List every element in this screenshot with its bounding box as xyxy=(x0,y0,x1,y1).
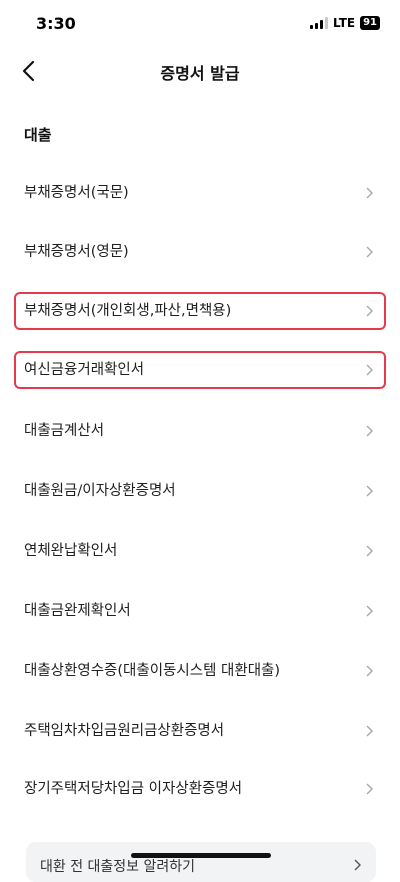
menu-item-debt-certificate-rehabilitation[interactable]: 부채증명서(개인회생,파산,면책용) xyxy=(14,292,386,330)
home-indicator xyxy=(131,853,271,858)
chevron-right-icon xyxy=(366,425,373,437)
menu-item-housing-lease-loan-repayment[interactable]: 주택임차차입금원리금상환증명서 xyxy=(14,712,386,750)
menu-item-label: 연체완납확인서 xyxy=(24,543,118,559)
menu-item-label: 대출금완제확인서 xyxy=(24,603,131,619)
menu-item-label: 부채증명서(국문) xyxy=(24,185,129,201)
refinance-info-card[interactable]: 대환 전 대출정보 알려하기 xyxy=(26,842,376,882)
chevron-right-icon xyxy=(366,783,373,795)
status-time: 3:30 xyxy=(36,14,76,33)
menu-item-arrears-paid-confirmation[interactable]: 연체완납확인서 xyxy=(14,532,386,570)
chevron-right-icon xyxy=(354,859,361,871)
menu-item-debt-certificate-english[interactable]: 부채증명서(영문) xyxy=(14,233,386,271)
menu-item-loan-payoff-confirmation[interactable]: 대출금완제확인서 xyxy=(14,592,386,630)
status-indicators: LTE 91 xyxy=(310,16,380,30)
menu-item-label: 대출상환영수증(대출이동시스템 대환대출) xyxy=(24,663,281,679)
section-title: 대출 xyxy=(24,126,52,144)
menu-item-label: 장기주택저당차입금 이자상환증명서 xyxy=(24,781,243,797)
chevron-right-icon xyxy=(366,545,373,557)
chevron-right-icon xyxy=(366,364,373,376)
page-title: 증명서 발급 xyxy=(160,64,240,83)
chevron-right-icon xyxy=(366,246,373,258)
menu-item-label: 부채증명서(영문) xyxy=(24,244,129,260)
menu-item-debt-certificate-korean[interactable]: 부채증명서(국문) xyxy=(14,174,386,212)
menu-item-loan-statement[interactable]: 대출금계산서 xyxy=(14,412,386,450)
menu-item-label: 대출금계산서 xyxy=(24,423,105,439)
menu-item-mortgage-interest-repayment[interactable]: 장기주택저당차입금 이자상환증명서 xyxy=(14,770,386,808)
menu-item-label: 부채증명서(개인회생,파산,면책용) xyxy=(24,303,232,319)
signal-icon xyxy=(310,17,329,29)
refinance-info-label: 대환 전 대출정보 알려하기 xyxy=(40,859,196,875)
chevron-right-icon xyxy=(366,305,373,317)
menu-item-loan-repayment-receipt[interactable]: 대출상환영수증(대출이동시스템 대환대출) xyxy=(14,652,386,690)
status-bar: 3:30 LTE 91 xyxy=(0,0,400,48)
network-type: LTE xyxy=(333,16,356,30)
chevron-right-icon xyxy=(366,187,373,199)
menu-item-credit-transaction-confirmation[interactable]: 여신금융거래확인서 xyxy=(14,351,386,389)
menu-item-label: 주택임차차입금원리금상환증명서 xyxy=(24,723,225,739)
chevron-right-icon xyxy=(366,485,373,497)
navigation-bar: 증명서 발급 xyxy=(0,48,400,94)
menu-item-label: 여신금융거래확인서 xyxy=(24,362,145,378)
menu-item-principal-interest-repayment[interactable]: 대출원금/이자상환증명서 xyxy=(14,472,386,510)
chevron-right-icon xyxy=(366,605,373,617)
battery-icon: 91 xyxy=(360,16,380,30)
menu-item-label: 대출원금/이자상환증명서 xyxy=(24,483,176,499)
chevron-right-icon xyxy=(366,665,373,677)
chevron-right-icon xyxy=(366,725,373,737)
